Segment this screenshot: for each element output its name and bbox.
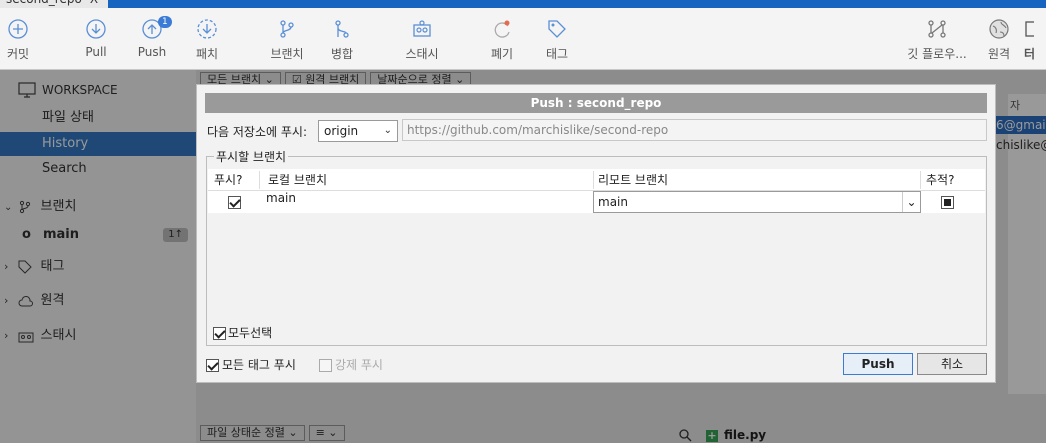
- push-all-tags-label: 모든 태그 푸시: [222, 358, 296, 372]
- branches-group-label: 푸시할 브랜치: [214, 148, 289, 165]
- discard-label: 폐기: [490, 47, 514, 61]
- fetch-icon: [196, 18, 218, 40]
- tag-icon: [546, 18, 568, 40]
- chevron-down-icon: ⌄: [383, 125, 392, 136]
- select-all-label: 모두선택: [228, 326, 273, 340]
- push-checkbox-cell: [228, 191, 241, 213]
- chevron-down-icon: ⌄: [902, 192, 920, 212]
- force-push-checkbox: [319, 359, 332, 372]
- remote-button[interactable]: 원격: [971, 18, 1027, 62]
- tag-button[interactable]: 태그: [529, 18, 585, 62]
- push-button[interactable]: 1 Push: [124, 16, 180, 59]
- force-push-label: 강제 푸시: [335, 358, 383, 372]
- push-confirm-button[interactable]: Push: [843, 353, 913, 375]
- dialog-title: Push : second_repo: [205, 93, 987, 113]
- commit-button[interactable]: 커밋: [0, 18, 46, 62]
- push-to-remote-label: 다음 저장소에 푸시:: [207, 125, 307, 139]
- fetch-button[interactable]: 패치: [179, 18, 235, 62]
- gitflow-icon: [926, 18, 948, 40]
- terminal-button[interactable]: 터: [1024, 18, 1046, 62]
- track-branch-checkbox[interactable]: [941, 196, 954, 209]
- branch-label: 브랜치: [270, 47, 304, 61]
- fetch-label: 패치: [195, 47, 219, 61]
- remote-branch-value: main: [598, 195, 628, 209]
- remote-url-field: https://github.com/marchislike/second-re…: [402, 119, 987, 141]
- select-all-option[interactable]: 모두선택: [213, 324, 272, 341]
- local-branch-cell: main: [266, 191, 296, 205]
- main-toolbar: 커밋 Pull 1 Push 패치 브랜치 병합 스태시 폐기 태그 깃 플로우…: [0, 8, 1046, 70]
- branch-icon: [276, 18, 298, 40]
- commit-label: 커밋: [6, 47, 30, 61]
- stash-icon: [411, 18, 433, 40]
- discard-icon: [491, 18, 513, 40]
- column-header-push: 푸시?: [214, 173, 243, 187]
- push-dialog: Push : second_repo 다음 저장소에 푸시: origin ⌄ …: [196, 84, 996, 383]
- column-separator: [920, 171, 921, 189]
- window-titlebar: second_repo X: [0, 0, 1046, 8]
- branches-table-header: 푸시? 로컬 브랜치 리모트 브랜치 추적?: [208, 169, 985, 191]
- remote-label: 원격: [987, 47, 1011, 61]
- branch-button[interactable]: 브랜치: [259, 18, 315, 62]
- gitflow-button[interactable]: 깃 플로우...: [900, 18, 974, 62]
- column-separator: [593, 171, 594, 189]
- track-checkbox-cell: [941, 191, 954, 213]
- push-label: Push: [137, 45, 167, 59]
- remote-branch-select[interactable]: main ⌄: [593, 191, 921, 213]
- merge-label: 병합: [330, 47, 354, 61]
- terminal-icon: [1024, 18, 1034, 40]
- tag-label: 태그: [545, 47, 569, 61]
- cancel-button[interactable]: 취소: [917, 353, 987, 375]
- merge-icon: [331, 18, 353, 40]
- table-row: main main ⌄: [208, 191, 985, 213]
- push-all-tags-option[interactable]: 모든 태그 푸시: [206, 356, 296, 373]
- arrow-down-circle-icon: [85, 18, 107, 40]
- close-tab-icon[interactable]: X: [90, 0, 98, 6]
- select-all-checkbox[interactable]: [213, 327, 226, 340]
- repo-tab[interactable]: second_repo X: [0, 0, 109, 8]
- plus-circle-icon: [7, 18, 29, 40]
- stash-button[interactable]: 스태시: [394, 18, 450, 62]
- push-branch-checkbox[interactable]: [228, 196, 241, 209]
- force-push-option: 강제 푸시: [319, 356, 383, 373]
- pull-label: Pull: [85, 45, 107, 59]
- merge-button[interactable]: 병합: [314, 18, 370, 62]
- branches-to-push-group: 푸시할 브랜치 푸시? 로컬 브랜치 리모트 브랜치 추적? main main…: [206, 148, 987, 346]
- globe-icon: [988, 18, 1010, 40]
- remote-select[interactable]: origin ⌄: [318, 120, 398, 142]
- terminal-label: 터: [1024, 47, 1036, 61]
- stash-label: 스태시: [405, 47, 439, 61]
- push-all-tags-checkbox[interactable]: [206, 359, 219, 372]
- column-separator: [259, 171, 260, 189]
- discard-button[interactable]: 폐기: [474, 18, 530, 62]
- repo-tab-title: second_repo: [6, 0, 82, 6]
- push-count-badge: 1: [158, 16, 172, 28]
- column-header-track: 추적?: [926, 173, 955, 187]
- gitflow-label: 깃 플로우...: [907, 47, 967, 61]
- column-header-remote: 리모트 브랜치: [598, 173, 669, 187]
- pull-button[interactable]: Pull: [68, 18, 124, 59]
- remote-select-value: origin: [324, 124, 359, 138]
